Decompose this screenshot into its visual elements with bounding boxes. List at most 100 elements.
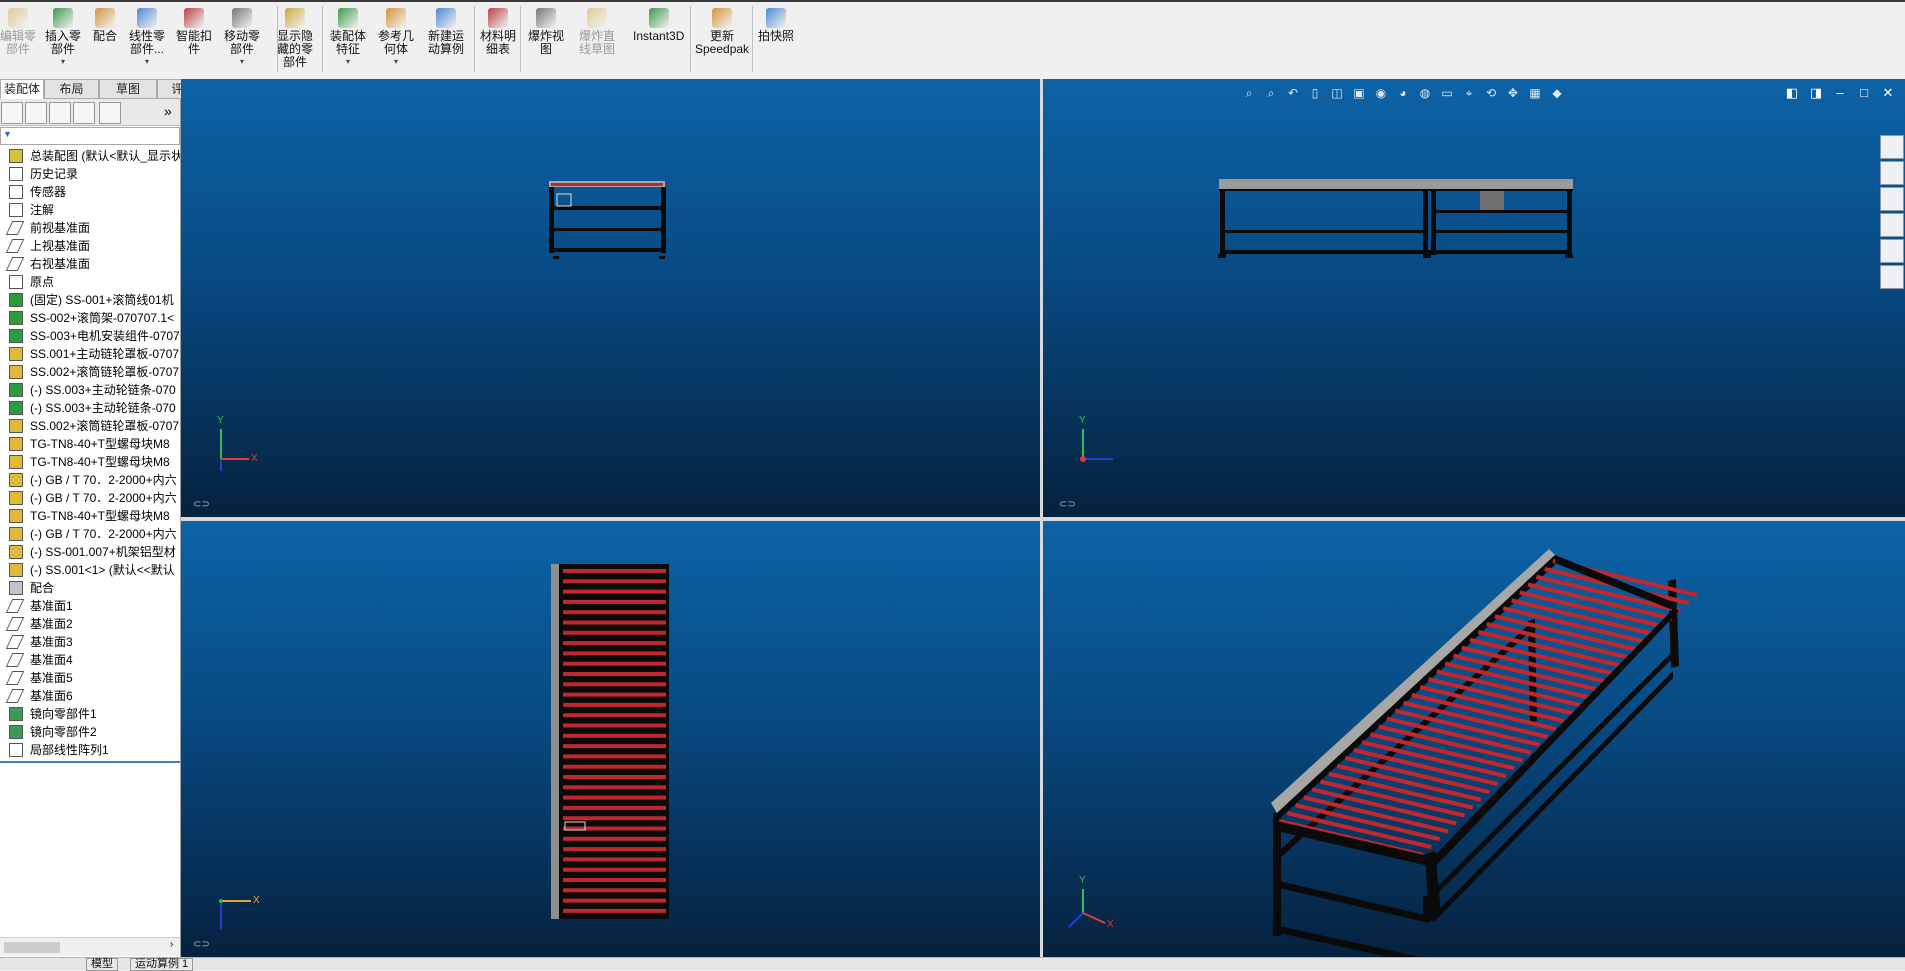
viewport-top[interactable]: X ⊂⊃ bbox=[181, 521, 1040, 957]
tree-item[interactable]: 上视基准面 bbox=[0, 237, 180, 255]
panel-horizontal-scrollbar[interactable]: › bbox=[0, 937, 180, 956]
tree-item[interactable]: (-) GB / T 70．2-2000+内六 bbox=[0, 471, 180, 489]
rotate-icon[interactable]: ⟲ bbox=[1482, 85, 1500, 101]
feature-manager-tab-icon[interactable] bbox=[1, 102, 23, 124]
tree-item[interactable]: 右视基准面 bbox=[0, 255, 180, 273]
viewport-right[interactable]: Y ⊂⊃ bbox=[1043, 79, 1905, 517]
close-icon[interactable]: ✕ bbox=[1879, 85, 1897, 101]
tree-filter-input[interactable]: ▼ bbox=[0, 127, 180, 145]
linear-pattern-button[interactable]: 线性零 部件... ▾ bbox=[129, 8, 165, 66]
edit-component-button[interactable]: 编辑零 部件 bbox=[0, 8, 36, 56]
view-orientation-icon[interactable]: ◫ bbox=[1328, 85, 1346, 101]
dropdown-arrow-icon[interactable]: ▾ bbox=[394, 58, 398, 66]
tree-item[interactable]: 镜向零部件2 bbox=[0, 723, 180, 741]
tab-2[interactable]: 草图 bbox=[99, 79, 157, 99]
tree-item[interactable]: 基准面5 bbox=[0, 669, 180, 687]
view-palette-icon[interactable] bbox=[1880, 213, 1904, 237]
scrollbar-thumb[interactable] bbox=[4, 942, 60, 953]
tree-item[interactable]: (-) SS.001<1> (默认<<默认 bbox=[0, 561, 180, 579]
viewport-isometric[interactable]: Y X bbox=[1043, 521, 1905, 957]
tree-item[interactable]: 注解 bbox=[0, 201, 180, 219]
pan-icon[interactable]: ✥ bbox=[1504, 85, 1522, 101]
show-hidden-button[interactable]: 显示隐 藏的零 部件 bbox=[277, 8, 313, 69]
dropdown-arrow-icon[interactable]: ▾ bbox=[346, 58, 350, 66]
take-snapshot-button[interactable]: 拍快照 bbox=[758, 8, 794, 43]
explode-line-sketch-button[interactable]: 爆炸直 线草图 bbox=[579, 8, 615, 56]
restore-icon[interactable]: □ bbox=[1855, 85, 1873, 101]
zoom-to-area-icon[interactable]: ⌕ bbox=[1262, 85, 1280, 101]
perspective-icon[interactable]: ⌖ bbox=[1460, 85, 1478, 101]
tree-item[interactable]: SS.001+主动链轮罩板-0707 bbox=[0, 345, 180, 363]
minimize-icon[interactable]: – bbox=[1831, 85, 1849, 101]
scroll-right-icon[interactable]: › bbox=[170, 939, 173, 950]
tree-item[interactable]: 配合 bbox=[0, 579, 180, 597]
section-view-icon[interactable]: ▯ bbox=[1306, 85, 1324, 101]
filter-icon[interactable]: ▼ bbox=[3, 129, 12, 139]
tree-item[interactable]: (-) GB / T 70．2-2000+内六 bbox=[0, 489, 180, 507]
tree-item[interactable]: SS-002+滚筒架-070707.1< bbox=[0, 309, 180, 327]
bottom-tab-1[interactable]: 运动算例 1 bbox=[130, 958, 194, 971]
tree-item[interactable]: (固定) SS-001+滚筒线01机 bbox=[0, 291, 180, 309]
tree-item[interactable]: 基准面3 bbox=[0, 633, 180, 651]
view-link-icon[interactable]: ⊂⊃ bbox=[1059, 499, 1076, 510]
tab-1[interactable]: 布局 bbox=[44, 79, 99, 99]
tree-item[interactable]: TG-TN8-40+T型螺母块M8 bbox=[0, 453, 180, 471]
tree-item[interactable]: SS-003+电机安装组件-0707 bbox=[0, 327, 180, 345]
shadow-icon[interactable]: ▦ bbox=[1526, 85, 1544, 101]
design-library-icon[interactable] bbox=[1880, 161, 1904, 185]
bottom-tab-0[interactable]: 模型 bbox=[86, 958, 118, 971]
view-settings-icon[interactable]: ▭ bbox=[1438, 85, 1456, 101]
tree-item[interactable]: 总装配图 (默认<默认_显示状态 bbox=[0, 147, 180, 165]
tree-item[interactable]: TG-TN8-40+T型螺母块M8 bbox=[0, 435, 180, 453]
dropdown-arrow-icon[interactable]: ▾ bbox=[145, 58, 149, 66]
view-link-icon[interactable]: ⊂⊃ bbox=[193, 499, 210, 510]
smart-fasteners-button[interactable]: 智能扣件 bbox=[176, 8, 212, 56]
apply-scene-icon[interactable]: ◍ bbox=[1416, 85, 1434, 101]
tree-item[interactable]: 基准面4 bbox=[0, 651, 180, 669]
update-speedpak-button[interactable]: 更新 Speedpak bbox=[695, 8, 749, 56]
viewport-front[interactable]: Y X ⊂⊃ bbox=[181, 79, 1040, 517]
display-style-icon[interactable]: ▣ bbox=[1350, 85, 1368, 101]
tree-item[interactable]: 传感器 bbox=[0, 183, 180, 201]
tree-item[interactable]: 历史记录 bbox=[0, 165, 180, 183]
reference-geometry-button[interactable]: 参考几 何体 ▾ bbox=[378, 8, 414, 66]
tree-item[interactable]: 局部线性阵列1 bbox=[0, 741, 180, 759]
tree-item[interactable]: (-) SS-001.007+机架铝型材 bbox=[0, 543, 180, 561]
previous-view-icon[interactable]: ↶ bbox=[1284, 85, 1302, 101]
tree-item[interactable]: 基准面6 bbox=[0, 687, 180, 705]
new-motion-study-button[interactable]: 新建运 动算例 bbox=[428, 8, 464, 56]
tree-item[interactable]: (-) SS.003+主动轮链条-070 bbox=[0, 399, 180, 417]
configuration-manager-tab-icon[interactable] bbox=[49, 102, 71, 124]
expand-panel-icon[interactable]: » bbox=[164, 103, 172, 119]
tree-item[interactable]: SS.002+滚筒链轮罩板-0707 bbox=[0, 363, 180, 381]
assembly-features-button[interactable]: 装配体 特征 ▾ bbox=[330, 8, 366, 66]
tree-item[interactable]: (-) SS.003+主动轮链条-070 bbox=[0, 381, 180, 399]
hide-show-items-icon[interactable]: ◉ bbox=[1372, 85, 1390, 101]
tree-item[interactable]: 前视基准面 bbox=[0, 219, 180, 237]
tree-item[interactable]: SS.002+滚筒链轮罩板-0707 bbox=[0, 417, 180, 435]
appearances-icon[interactable] bbox=[1880, 239, 1904, 263]
exploded-view-button[interactable]: 爆炸视图 bbox=[528, 8, 564, 56]
tree-item[interactable]: 镜向零部件1 bbox=[0, 705, 180, 723]
tree-item[interactable]: (-) GB / T 70．2-2000+内六 bbox=[0, 525, 180, 543]
tree-item[interactable]: 基准面1 bbox=[0, 597, 180, 615]
tile-horizontal-icon[interactable]: ◧ bbox=[1783, 85, 1801, 101]
custom-properties-icon[interactable] bbox=[1880, 265, 1904, 289]
tree-item[interactable]: 原点 bbox=[0, 273, 180, 291]
dimxpert-tab-icon[interactable] bbox=[99, 102, 121, 124]
file-explorer-icon[interactable] bbox=[1880, 187, 1904, 211]
bill-of-materials-button[interactable]: 材料明 细表 bbox=[480, 8, 516, 56]
realview-icon[interactable]: ◆ bbox=[1548, 85, 1566, 101]
tab-0[interactable]: 装配体 bbox=[0, 79, 44, 99]
dropdown-arrow-icon[interactable]: ▾ bbox=[61, 58, 65, 66]
mate-button[interactable]: 配合 bbox=[93, 8, 117, 43]
property-manager-tab-icon[interactable] bbox=[25, 102, 47, 124]
dropdown-arrow-icon[interactable]: ▾ bbox=[240, 58, 244, 66]
insert-component-button[interactable]: 插入零 部件 ▾ bbox=[45, 8, 81, 66]
instant3d-button[interactable]: Instant3D bbox=[633, 8, 684, 43]
edit-appearance-icon[interactable]: ◕ bbox=[1394, 85, 1412, 101]
view-link-icon[interactable]: ⊂⊃ bbox=[193, 939, 210, 950]
display-manager-tab-icon[interactable] bbox=[73, 102, 95, 124]
tree-item[interactable]: TG-TN8-40+T型螺母块M8 bbox=[0, 507, 180, 525]
move-component-button[interactable]: 移动零 部件 ▾ bbox=[224, 8, 260, 66]
